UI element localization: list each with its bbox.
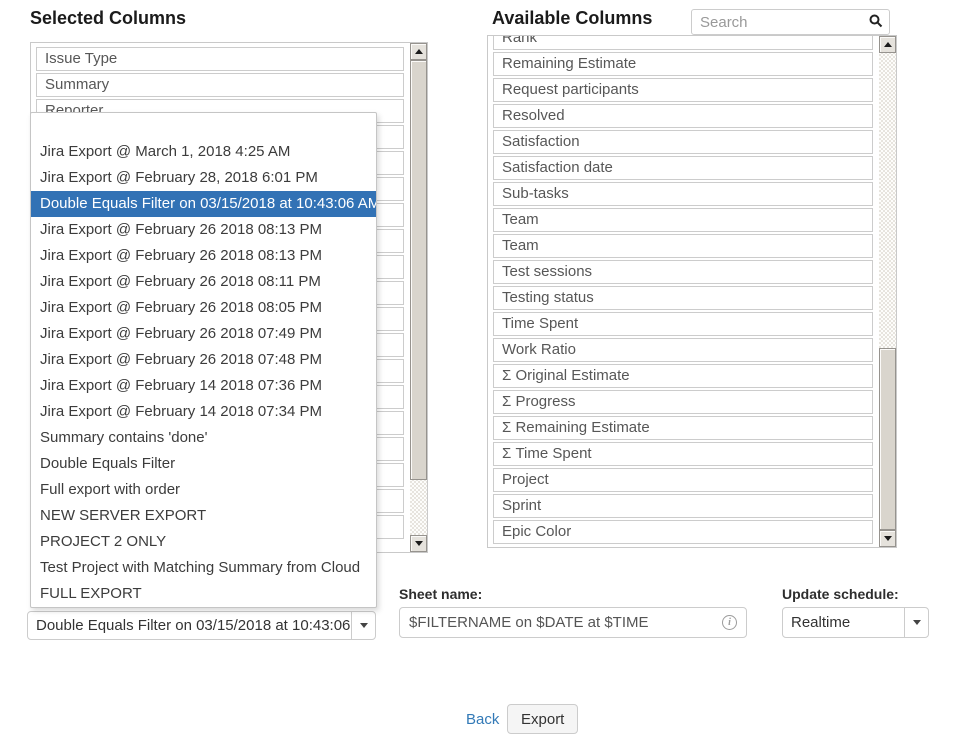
filter-option[interactable]: Jira Export @ March 1, 2018 4:25 AM	[31, 139, 376, 165]
filter-option[interactable]: Jira Export @ February 26 2018 08:11 PM	[31, 269, 376, 295]
filter-option[interactable]: Jira Export @ February 14 2018 07:34 PM	[31, 399, 376, 425]
chevron-down-icon[interactable]	[904, 608, 928, 637]
selected-columns-scrollbar[interactable]	[410, 43, 427, 552]
filter-dropdown-list[interactable]: Jira Export @ March 1, 2018 4:25 AMJira …	[30, 112, 377, 608]
available-column-item[interactable]: Rank	[493, 35, 873, 50]
filter-option[interactable]: NEW SERVER EXPORT	[31, 503, 376, 529]
available-column-item[interactable]: Remaining Estimate	[493, 52, 873, 76]
available-column-item[interactable]: Sprint	[493, 494, 873, 518]
export-button[interactable]: Export	[507, 704, 578, 734]
filter-option[interactable]: Test Project with Matching Summary from …	[31, 555, 376, 581]
filter-option[interactable]: Jira Export @ February 26 2018 07:48 PM	[31, 347, 376, 373]
available-column-item[interactable]: Team	[493, 234, 873, 258]
update-schedule-value: Realtime	[783, 614, 904, 631]
filter-option[interactable]: PROJECT 2 ONLY	[31, 529, 376, 555]
export-config-page: Selected Columns Issue TypeSummaryReport…	[0, 0, 962, 745]
sheet-name-field-wrap: i	[399, 607, 747, 638]
available-column-item[interactable]: Satisfaction date	[493, 156, 873, 180]
info-icon[interactable]: i	[722, 615, 737, 630]
available-column-item[interactable]: Project	[493, 468, 873, 492]
triangle-up-icon	[884, 42, 892, 47]
selected-columns-heading: Selected Columns	[30, 8, 186, 29]
available-column-item[interactable]: Epic Color	[493, 520, 873, 544]
available-columns-items: Rank Remaining EstimateRequest participan…	[493, 35, 873, 546]
filter-option[interactable]: Double Equals Filter	[31, 451, 376, 477]
filter-option[interactable]	[31, 113, 376, 139]
filter-option[interactable]: Jira Export @ February 26 2018 07:49 PM	[31, 321, 376, 347]
filter-option[interactable]: Double Equals Filter on 03/15/2018 at 10…	[31, 191, 376, 217]
filter-option[interactable]: Jira Export @ February 28, 2018 6:01 PM	[31, 165, 376, 191]
sheet-name-input[interactable]	[399, 607, 747, 638]
available-column-item[interactable]: Test sessions	[493, 260, 873, 284]
scroll-down-button[interactable]	[879, 530, 896, 547]
available-column-item[interactable]: Σ Remaining Estimate	[493, 416, 873, 440]
scroll-down-button[interactable]	[410, 535, 427, 552]
available-column-item[interactable]: Σ Progress	[493, 390, 873, 414]
scroll-up-button[interactable]	[410, 43, 427, 60]
filter-option[interactable]: Summary contains 'done'	[31, 425, 376, 451]
available-column-item[interactable]: Team	[493, 208, 873, 232]
filter-option[interactable]: Jira Export @ February 26 2018 08:13 PM	[31, 217, 376, 243]
available-column-item[interactable]: Σ Original Estimate	[493, 364, 873, 388]
scrollbar-thumb[interactable]	[879, 348, 896, 530]
scroll-up-button[interactable]	[879, 36, 896, 53]
available-column-item[interactable]: Sub-tasks	[493, 182, 873, 206]
triangle-down-icon	[884, 536, 892, 541]
filter-option[interactable]: Jira Export @ February 26 2018 08:13 PM	[31, 243, 376, 269]
update-schedule-label: Update schedule:	[782, 586, 899, 602]
available-column-item[interactable]: Resolved	[493, 104, 873, 128]
caret-icon	[913, 620, 921, 625]
caret-icon	[360, 623, 368, 628]
search-box	[691, 9, 890, 35]
selected-column-item[interactable]: Summary	[36, 73, 404, 97]
triangle-down-icon	[415, 541, 423, 546]
available-columns-scrollbar[interactable]	[879, 36, 896, 547]
available-column-item[interactable]: Testing status	[493, 286, 873, 310]
filter-select-value: Double Equals Filter on 03/15/2018 at 10…	[28, 617, 351, 634]
filter-option[interactable]: Jira Export @ February 26 2018 08:05 PM	[31, 295, 376, 321]
available-column-item[interactable]: Σ Time Spent	[493, 442, 873, 466]
filter-select[interactable]: Double Equals Filter on 03/15/2018 at 10…	[27, 611, 376, 640]
filter-option[interactable]: Jira Export @ February 14 2018 07:36 PM	[31, 373, 376, 399]
search-input[interactable]	[691, 9, 890, 35]
back-link[interactable]: Back	[466, 711, 499, 728]
filter-option[interactable]: Full export with order	[31, 477, 376, 503]
sheet-name-label: Sheet name:	[399, 586, 482, 602]
available-column-item[interactable]: Work Ratio	[493, 338, 873, 362]
chevron-down-icon[interactable]	[351, 612, 375, 639]
triangle-up-icon	[415, 49, 423, 54]
filter-option[interactable]: FULL EXPORT	[31, 581, 376, 607]
available-column-item[interactable]: Satisfaction	[493, 130, 873, 154]
search-icon	[869, 14, 883, 28]
update-schedule-select[interactable]: Realtime	[782, 607, 929, 638]
available-column-item[interactable]: Request participants	[493, 78, 873, 102]
available-columns-heading: Available Columns	[492, 8, 652, 29]
selected-column-item[interactable]: Issue Type	[36, 47, 404, 71]
available-columns-list[interactable]: Rank Remaining EstimateRequest participan…	[487, 35, 897, 548]
available-column-item[interactable]: Time Spent	[493, 312, 873, 336]
scrollbar-thumb[interactable]	[410, 60, 427, 480]
